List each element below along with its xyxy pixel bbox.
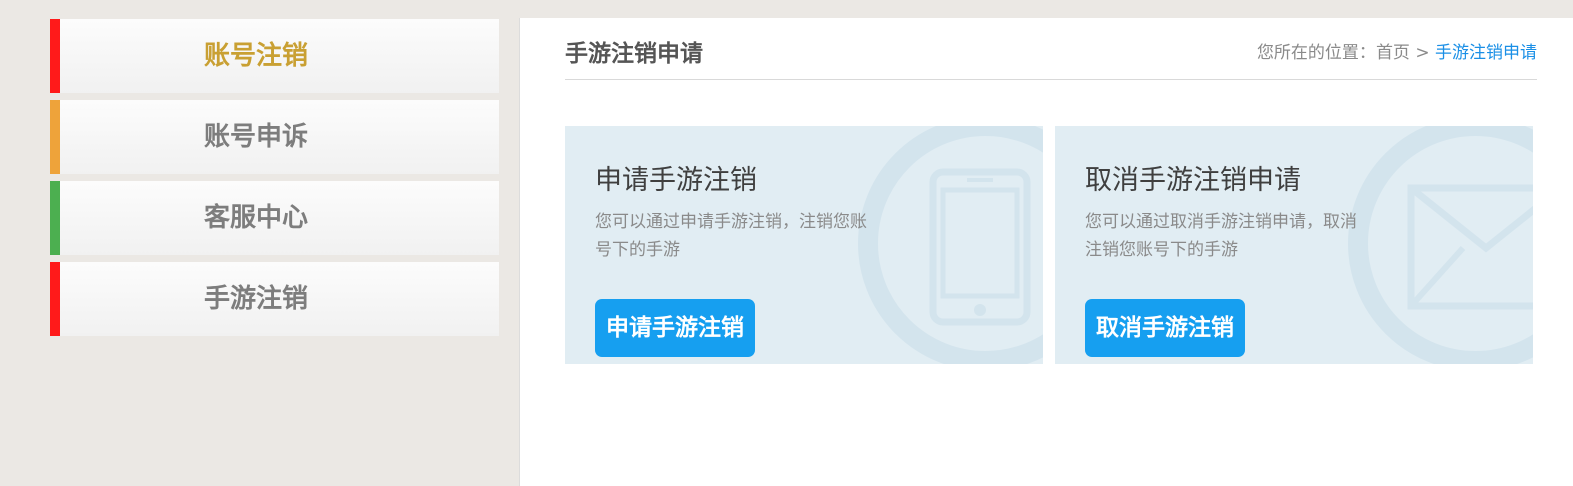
page-title: 手游注销申请 (565, 41, 703, 67)
sidebar-item-label: 手游注销 (203, 284, 308, 314)
sidebar-item-customer-service[interactable]: 客服中心 (50, 181, 499, 255)
sidebar-item-mobile-game-cancel[interactable]: 手游注销 (50, 262, 499, 336)
card-title: 申请手游注销 (595, 165, 757, 196)
breadcrumb-current: 手游注销申请 (1435, 43, 1537, 63)
breadcrumb-separator: > (1415, 43, 1430, 63)
apply-cancel-button[interactable]: 申请手游注销 (595, 299, 755, 357)
revoke-cancel-button[interactable]: 取消手游注销 (1085, 299, 1245, 357)
card-title: 取消手游注销申请 (1085, 165, 1301, 196)
phone-icon (929, 168, 1031, 326)
sidebar-item-account-cancel[interactable]: 账号注销 (50, 19, 499, 93)
envelope-icon (1407, 184, 1533, 310)
card-description: 您可以通过取消手游注销申请，取消注销您账号下的手游 (1085, 212, 1357, 260)
sidebar-item-account-appeal[interactable]: 账号申诉 (50, 100, 499, 174)
sidebar-item-label: 客服中心 (203, 203, 308, 233)
breadcrumb-home-link[interactable]: 首页 (1376, 43, 1410, 63)
breadcrumb-prefix: 您所在的位置： (1256, 43, 1376, 63)
page-header: 手游注销申请 您所在的位置：首页 > 手游注销申请 (565, 18, 1537, 80)
main-panel: 手游注销申请 您所在的位置：首页 > 手游注销申请 申请手游注销 您可以通过申请… (519, 18, 1573, 486)
sidebar-item-label: 账号注销 (203, 41, 308, 71)
breadcrumb: 您所在的位置：首页 > 手游注销申请 (1257, 38, 1537, 63)
sidebar-item-label: 账号申诉 (203, 122, 308, 152)
revoke-cancel-card: 取消手游注销申请 您可以通过取消手游注销申请，取消注销您账号下的手游 取消手游注… (1055, 126, 1533, 364)
sidebar: 账号注销 账号申诉 客服中心 手游注销 (50, 19, 499, 343)
card-description: 您可以通过申请手游注销，注销您账号下的手游 (595, 212, 867, 260)
apply-cancel-card: 申请手游注销 您可以通过申请手游注销，注销您账号下的手游 申请手游注销 (565, 126, 1043, 364)
